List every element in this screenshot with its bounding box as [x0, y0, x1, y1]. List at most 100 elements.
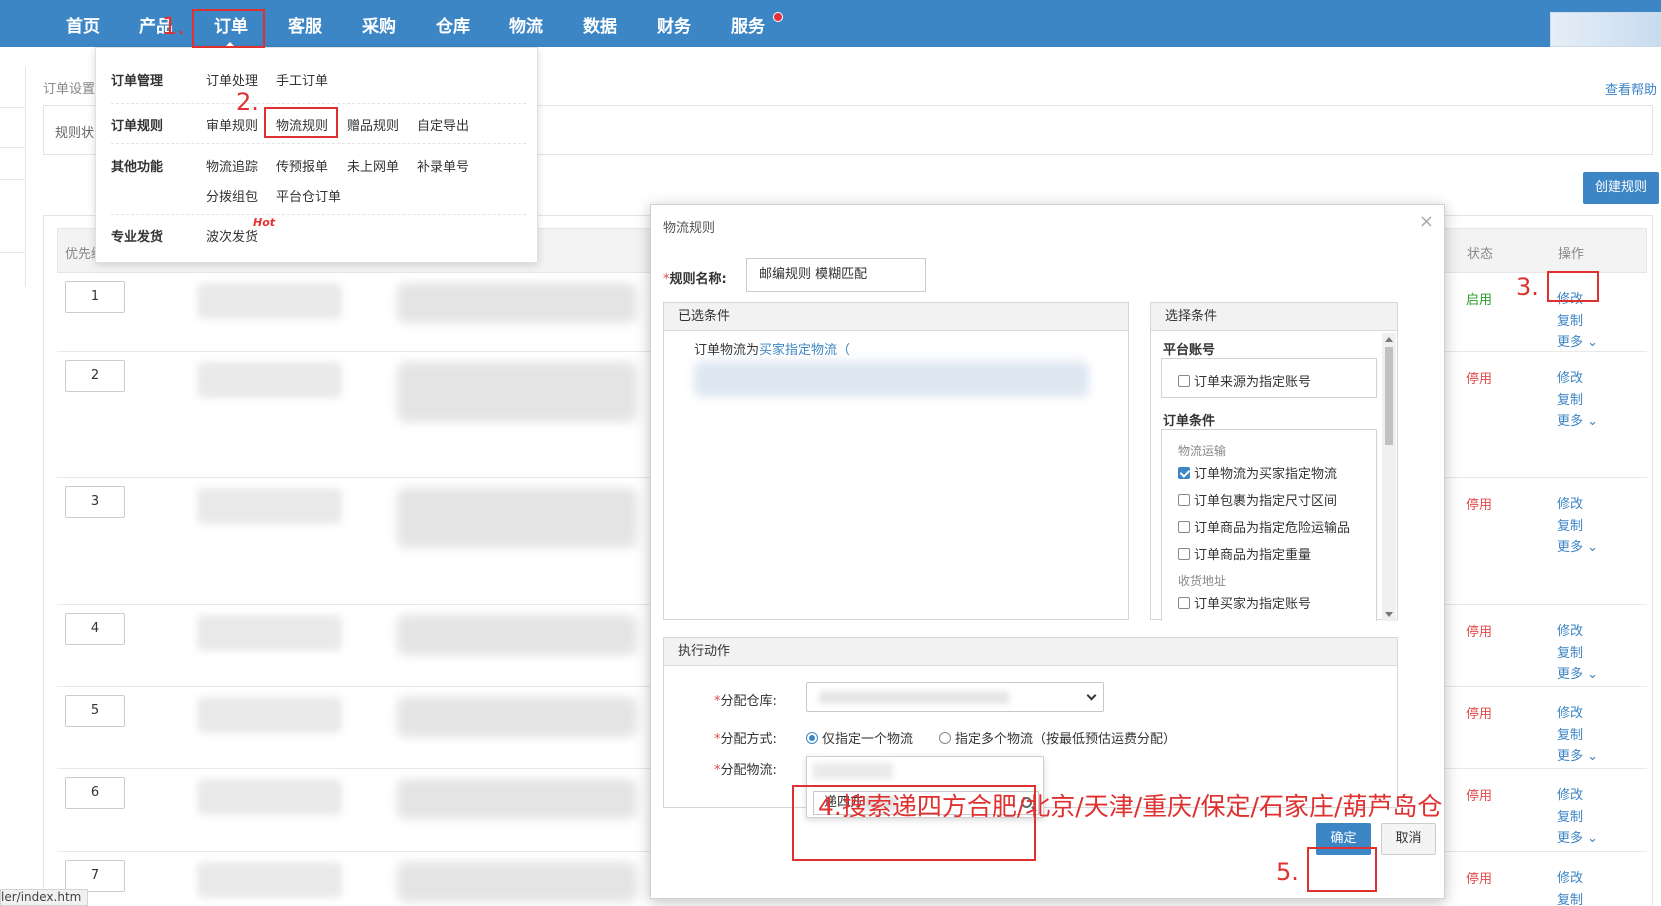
- blurred-cell: [397, 283, 637, 323]
- copy-link[interactable]: 复制: [1557, 516, 1598, 538]
- menu-audit-rule[interactable]: 审单规则: [206, 115, 258, 134]
- help-link[interactable]: 查看帮助: [1605, 79, 1657, 98]
- nav-home[interactable]: 首页: [66, 0, 100, 47]
- chevron-down-icon: ⌄: [1587, 667, 1599, 682]
- more-link[interactable]: 更多 ⌄: [1557, 411, 1598, 433]
- edit-link[interactable]: 修改: [1557, 494, 1598, 516]
- menu-category-order-rules: 订单规则: [111, 119, 164, 134]
- annotation-step-2: 2.: [236, 88, 259, 116]
- menu-gift-rule[interactable]: 赠品规则: [347, 115, 399, 134]
- copy-link[interactable]: 复制: [1557, 890, 1583, 906]
- checkbox-package-size[interactable]: 订单包裹为指定尺寸区间: [1178, 490, 1337, 509]
- priority-input[interactable]: 1: [65, 281, 125, 313]
- menu-wave-ship[interactable]: 波次发货: [206, 226, 258, 245]
- status-badge: 停用: [1466, 789, 1493, 804]
- priority-input[interactable]: 3: [65, 486, 125, 518]
- cancel-button[interactable]: 取消: [1381, 823, 1436, 855]
- nav-finance[interactable]: 财务: [657, 0, 691, 47]
- copy-link[interactable]: 复制: [1557, 807, 1598, 829]
- menu-not-online[interactable]: 未上网单: [347, 156, 399, 175]
- priority-input[interactable]: 4: [65, 613, 125, 645]
- chevron-down-icon: ⌄: [1587, 335, 1599, 350]
- nav-logistics[interactable]: 物流: [509, 0, 543, 47]
- logistics-label: *分配物流:: [714, 763, 777, 778]
- annotation-box-logistics-rule: [264, 107, 338, 138]
- more-link[interactable]: 更多 ⌄: [1557, 332, 1598, 354]
- create-rule-button[interactable]: 创建规则: [1583, 172, 1659, 204]
- nav-warehouse[interactable]: 仓库: [436, 0, 470, 47]
- edit-link[interactable]: 修改: [1557, 785, 1598, 807]
- priority-input[interactable]: 7: [65, 860, 125, 892]
- copy-link[interactable]: 复制: [1557, 725, 1598, 747]
- copy-link[interactable]: 复制: [1557, 643, 1598, 665]
- annotation-step-1: 1.: [162, 12, 185, 40]
- scroll-down-icon[interactable]: [1385, 612, 1393, 617]
- nav-purchase[interactable]: 采购: [362, 0, 396, 47]
- chevron-down-icon: ⌄: [1587, 749, 1599, 764]
- close-icon[interactable]: ×: [1419, 211, 1434, 232]
- edit-link[interactable]: 修改: [1557, 368, 1598, 390]
- annotation-step-4: 4.搜索递四方合肥/北京/天津/重庆/保定/石家庄/葫芦岛仓: [818, 792, 1443, 821]
- rule-name-input[interactable]: 邮编规则 模糊匹配: [746, 258, 926, 292]
- menu-category-order-mgmt: 订单管理: [111, 74, 164, 89]
- checkbox-icon: [1178, 596, 1190, 609]
- blurred-cell: [197, 779, 342, 815]
- checkbox-source-account[interactable]: 订单来源为指定账号: [1178, 371, 1311, 390]
- checkbox-checked-icon: [1178, 466, 1190, 479]
- priority-input[interactable]: 6: [65, 777, 125, 809]
- nav-services[interactable]: 服务: [731, 0, 765, 47]
- radio-single-logistics[interactable]: 仅指定一个物流: [806, 728, 913, 747]
- menu-supplement[interactable]: 补录单号: [417, 156, 469, 175]
- menu-manual-order[interactable]: 手工订单: [276, 70, 328, 89]
- choose-conditions-panel: 选择条件 平台账号 订单来源为指定账号 订单条件 物流运输 订单物流为买家指定物…: [1150, 302, 1398, 621]
- more-link[interactable]: 更多 ⌄: [1557, 746, 1598, 768]
- annotation-box-confirm: [1307, 847, 1377, 892]
- platform-account-section: 平台账号: [1163, 343, 1216, 358]
- more-link[interactable]: 更多 ⌄: [1557, 828, 1598, 850]
- priority-input[interactable]: 5: [65, 695, 125, 727]
- blurred-cell: [197, 362, 342, 398]
- checkbox-buyer-logistics[interactable]: 订单物流为买家指定物流: [1178, 463, 1337, 482]
- breadcrumb[interactable]: 订单设置: [43, 78, 95, 97]
- menu-split-merge[interactable]: 分拨组包: [206, 186, 258, 205]
- chevron-down-icon: [1086, 690, 1097, 701]
- order-conditions-section: 订单条件: [1163, 414, 1216, 429]
- edit-link[interactable]: 修改: [1557, 868, 1583, 890]
- edit-link[interactable]: 修改: [1557, 703, 1598, 725]
- menu-tracking[interactable]: 物流追踪: [206, 156, 258, 175]
- checkbox-icon: [1178, 547, 1190, 560]
- copy-link[interactable]: 复制: [1557, 390, 1598, 412]
- menu-custom-export[interactable]: 自定导出: [417, 115, 469, 134]
- menu-pre-report[interactable]: 传预报单: [276, 156, 328, 175]
- priority-input[interactable]: 2: [65, 360, 125, 392]
- order-dropdown-menu: 订单管理 订单处理 手工订单 订单规则 审单规则 物流规则 赠品规则 自定导出 …: [95, 42, 538, 263]
- status-bar-url: ler/index.htm: [0, 889, 89, 906]
- blurred-cell: [397, 362, 637, 422]
- checkbox-dangerous-goods[interactable]: 订单商品为指定危险运输品: [1178, 517, 1350, 536]
- more-link[interactable]: 更多 ⌄: [1557, 537, 1598, 559]
- warehouse-label: *分配仓库:: [714, 694, 777, 709]
- menu-category-other: 其他功能: [111, 160, 164, 175]
- row-actions: 修改 复制 更多 ⌄: [1557, 703, 1598, 768]
- warehouse-select[interactable]: [806, 682, 1104, 712]
- hot-badge: Hot: [253, 216, 276, 229]
- buyer-logistics-link[interactable]: 买家指定物流（: [759, 343, 850, 358]
- scroll-thumb[interactable]: [1385, 347, 1393, 445]
- nav-service[interactable]: 客服: [288, 0, 322, 47]
- nav-data[interactable]: 数据: [583, 0, 617, 47]
- actions-header: 执行动作: [664, 638, 1397, 666]
- blurred-cell: [397, 862, 637, 902]
- radio-multiple-logistics[interactable]: 指定多个物流（按最低预估运费分配）: [939, 728, 1176, 747]
- user-avatar-area[interactable]: [1550, 12, 1661, 47]
- checkbox-buyer-account[interactable]: 订单买家为指定账号: [1178, 593, 1311, 612]
- conditions-scrollbar[interactable]: [1382, 333, 1396, 621]
- scroll-up-icon[interactable]: [1385, 337, 1393, 342]
- edit-link[interactable]: 修改: [1557, 621, 1598, 643]
- menu-order-process[interactable]: 订单处理: [206, 70, 258, 89]
- more-link[interactable]: 更多 ⌄: [1557, 664, 1598, 686]
- copy-link[interactable]: 复制: [1557, 311, 1598, 333]
- checkbox-weight[interactable]: 订单商品为指定重量: [1178, 544, 1311, 563]
- left-sidebar-strip: [0, 67, 26, 287]
- chevron-down-icon: ⌄: [1587, 831, 1599, 846]
- menu-platform-warehouse[interactable]: 平台仓订单: [276, 186, 341, 205]
